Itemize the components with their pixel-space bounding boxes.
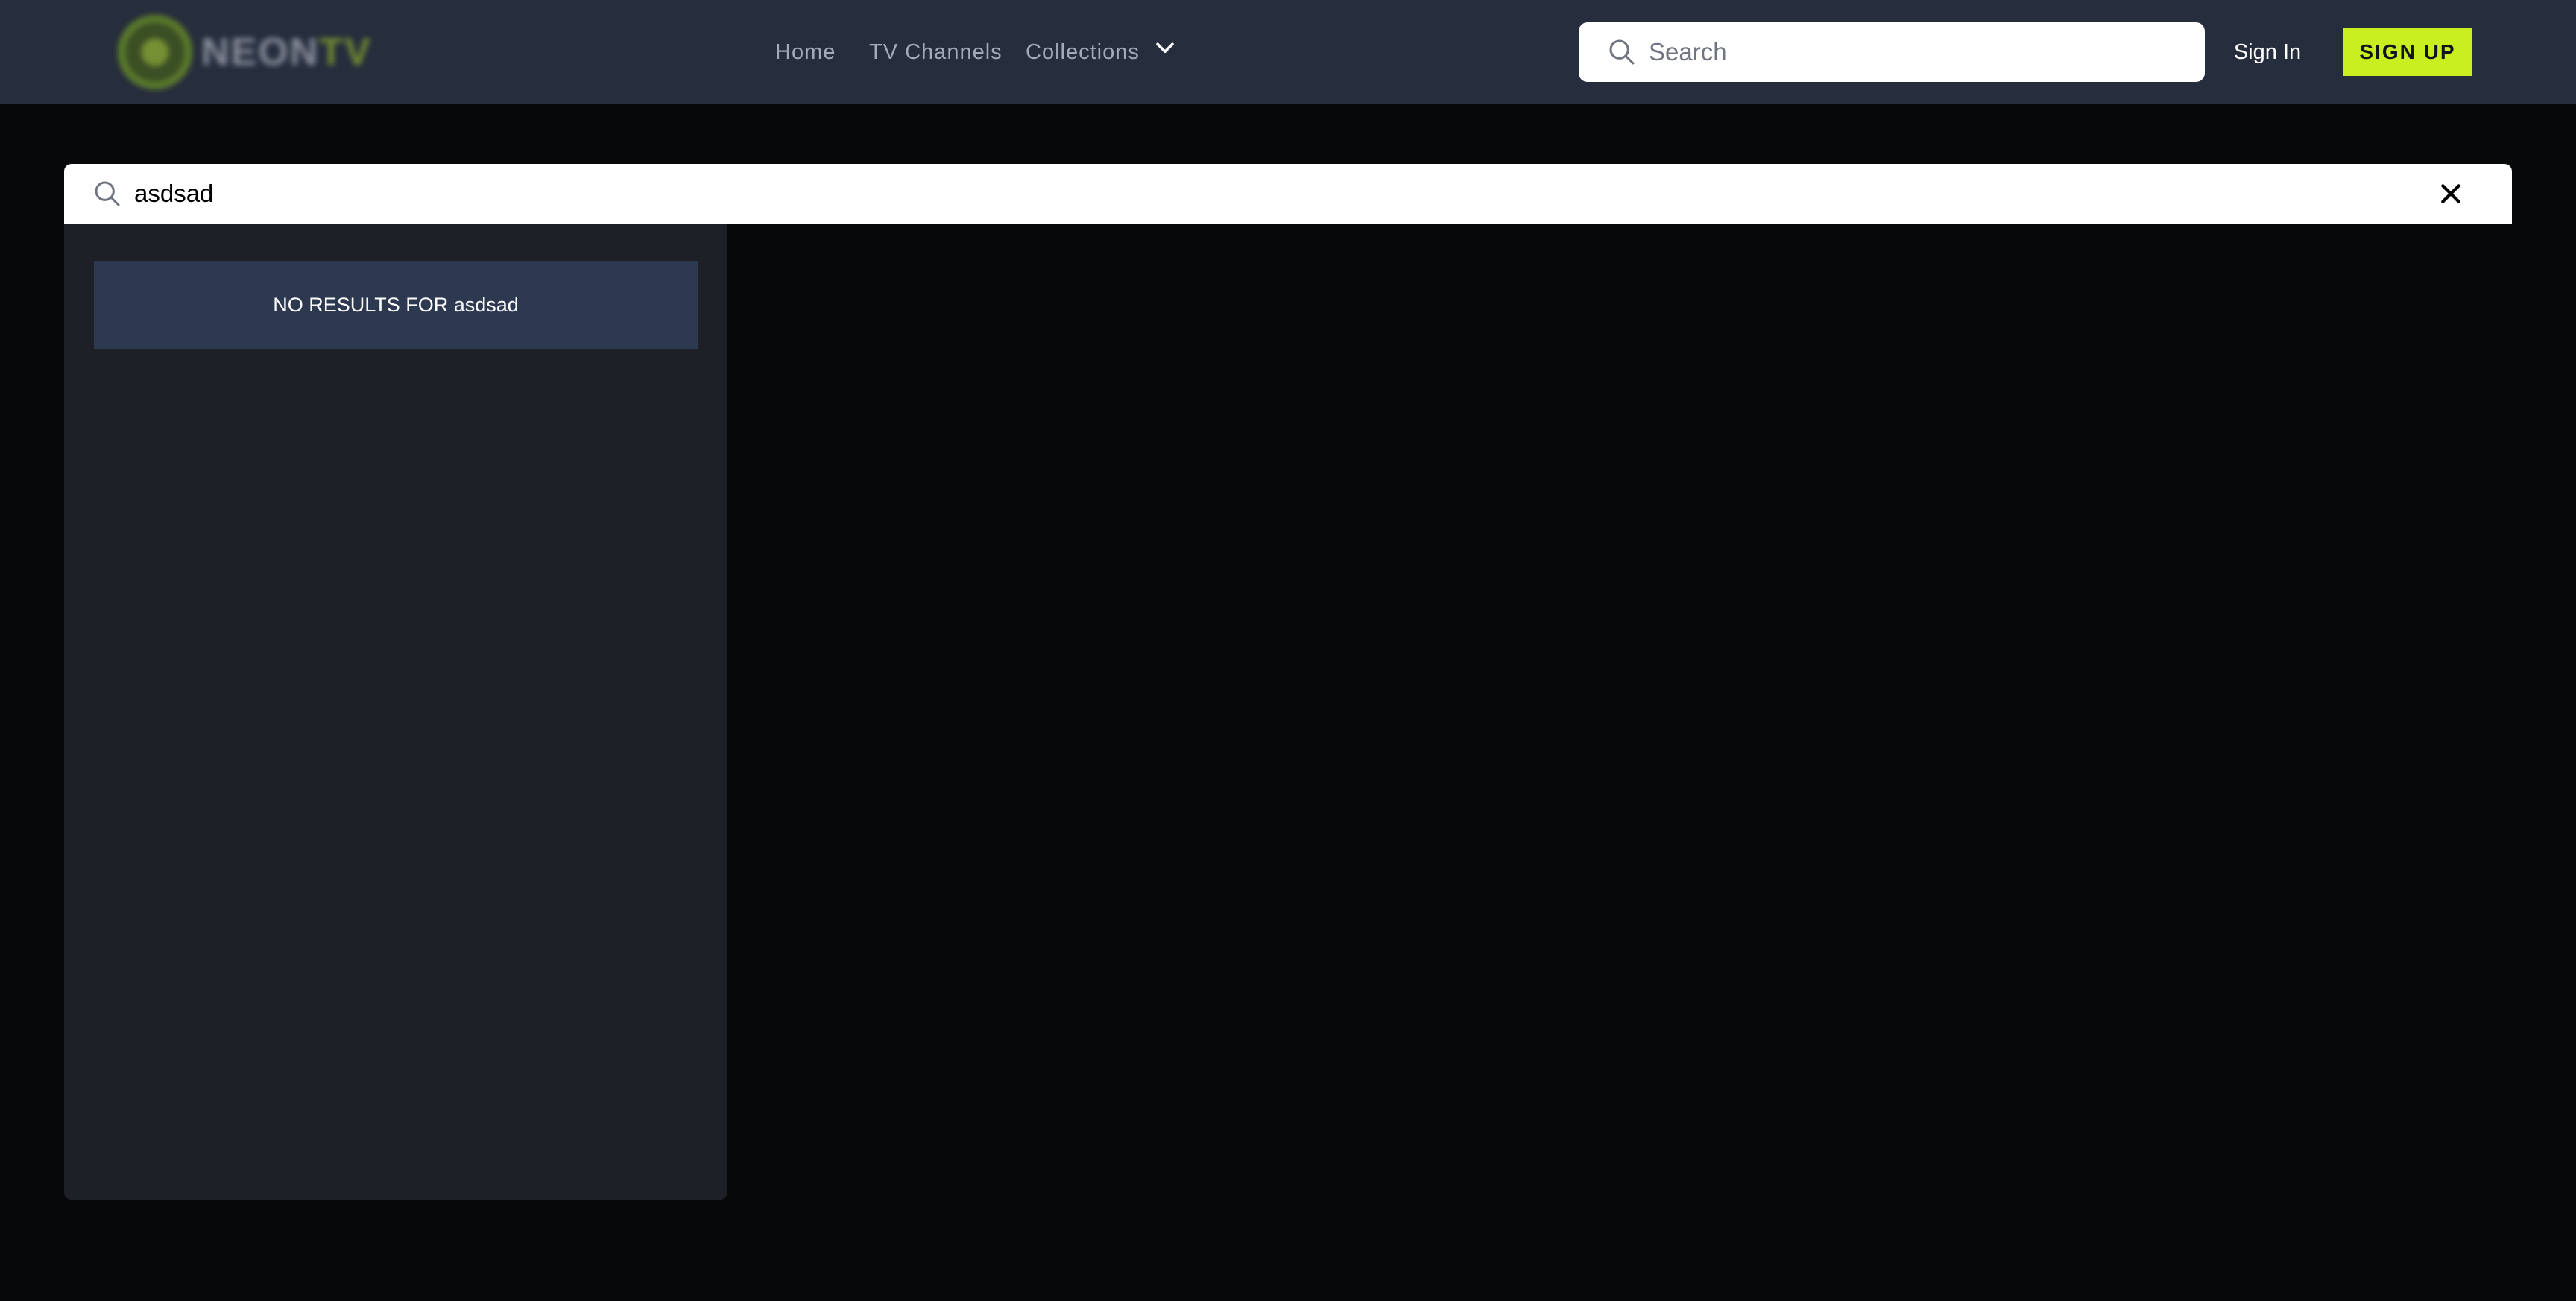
site-logo[interactable]: NEONTV [112,9,373,95]
logo-wordmark: NEONTV [201,31,372,74]
sign-up-button[interactable]: SIGN UP [2343,28,2472,76]
nav-link-home[interactable]: Home [775,34,836,70]
close-icon[interactable] [2439,182,2463,206]
search-icon [1609,39,1635,65]
header-search-input[interactable] [1647,30,2184,75]
sign-in-link[interactable]: Sign In [2215,34,2320,70]
logo-mark-icon [118,15,192,89]
header-search-box[interactable] [1579,22,2205,82]
search-icon [95,181,120,206]
chevron-down-icon[interactable] [1152,36,1178,61]
search-overlay-bar[interactable] [64,164,2512,224]
nav-link-collections[interactable]: Collections [1026,34,1140,70]
search-results-panel: NO RESULTS FOR asdsad [64,224,727,1200]
search-overlay-input[interactable] [133,171,2369,216]
nav-link-tv-channels[interactable]: TV Channels [869,34,1003,70]
top-navigation-bar: NEONTV Home TV Channels Collections Sign… [0,0,2576,104]
no-results-message: NO RESULTS FOR asdsad [94,261,698,349]
